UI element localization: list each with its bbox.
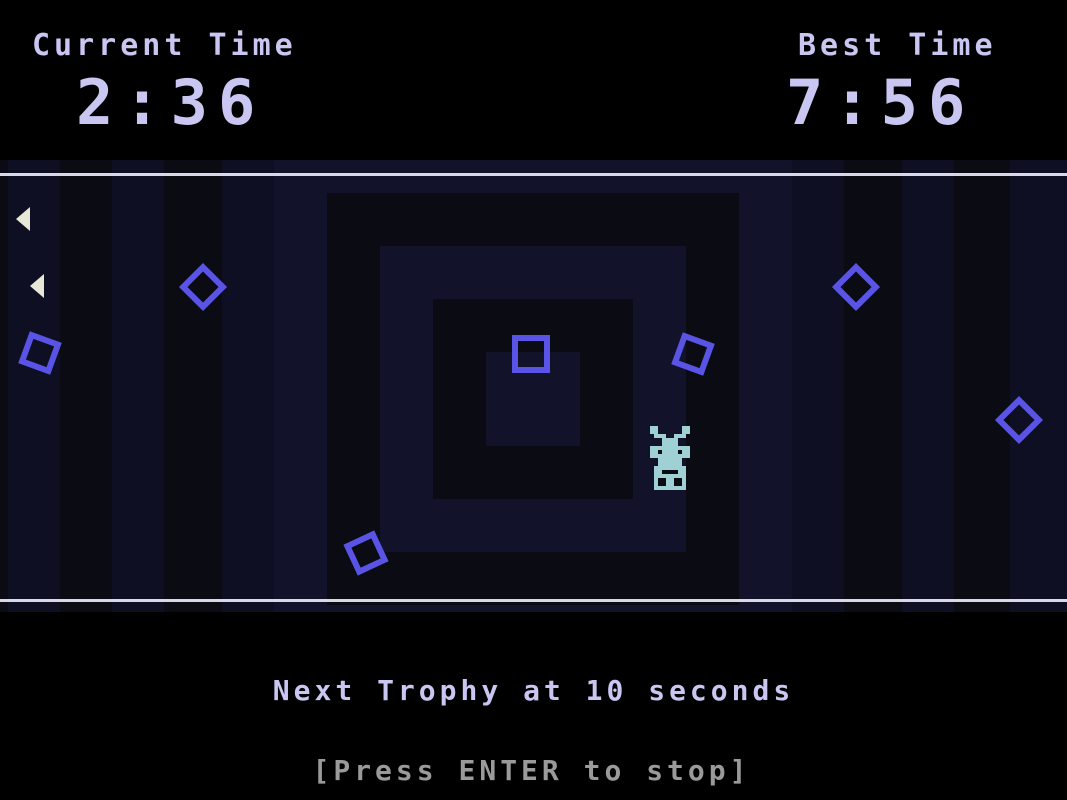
press-enter-instruction: [Press ENTER to stop] [312, 754, 751, 787]
crewmate-player-icon [650, 426, 690, 490]
best-time-value: 7:56 [786, 66, 976, 139]
current-time-value: 2:36 [76, 66, 266, 139]
best-time-label: Best Time [798, 28, 997, 63]
left-arrow-warning-icon [16, 207, 30, 231]
current-time-label: Current Time [32, 28, 297, 63]
ceiling-line [0, 173, 1067, 176]
play-field [0, 160, 1067, 612]
background-stripe [1010, 160, 1067, 612]
floor-line [0, 599, 1067, 602]
background-stripe [222, 160, 274, 612]
left-arrow-warning-icon [30, 274, 44, 298]
background-stripe [112, 160, 164, 612]
background-stripe [792, 160, 844, 612]
next-trophy-message: Next Trophy at 10 seconds [272, 674, 795, 707]
background-stripe [902, 160, 954, 612]
hollow-square-enemy-icon [178, 262, 228, 312]
hollow-square-enemy-icon [512, 335, 550, 373]
